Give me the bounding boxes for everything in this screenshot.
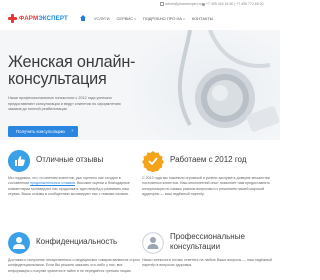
- nav-item-services[interactable]: УСЛУГИ: [94, 16, 110, 21]
- phone-icon: [202, 2, 205, 6]
- user-shield-icon: [8, 232, 30, 254]
- chevron-down-icon: ▾: [183, 16, 185, 21]
- phone-text[interactable]: +7 495 416 15 80 | +7 495 772 65 00: [206, 2, 264, 6]
- top-bar: admin@pharmexpert.ru +7 495 416 15 80 | …: [0, 0, 280, 10]
- hero-banner: Женская онлайн-консультация Наши професс…: [0, 30, 280, 140]
- hero-description: Наши профессиональные гинекологи с 2012 …: [8, 96, 121, 112]
- arrow-right-icon: ›: [71, 128, 73, 134]
- nav-item-service[interactable]: СЕРВИС ▾: [117, 16, 136, 21]
- feature-text: Доставка и получение лекарственных и мед…: [8, 258, 141, 273]
- logo-text: ФАРМЭКСПЕРТ: [19, 15, 68, 22]
- nav-item-contacts[interactable]: КОНТАКТЫ: [192, 16, 214, 21]
- cta-label: Получить консультацию: [16, 129, 65, 134]
- home-icon[interactable]: [80, 15, 86, 21]
- phone-contacts: +7 495 416 15 80 | +7 495 772 65 00: [202, 2, 264, 6]
- site-header: ФАРМЭКСПЕРТ УСЛУГИ СЕРВИС ▾ ПОДРОБНО ПРО…: [0, 10, 280, 30]
- badge-check-icon: [142, 151, 164, 172]
- doctor-icon: [142, 232, 164, 254]
- feature-title: Работаем с 2012 год: [170, 155, 247, 164]
- feature-text: Наши гинекологи готовы ответить на любые…: [142, 258, 272, 268]
- get-consultation-button[interactable]: Получить консультацию ›: [8, 126, 78, 137]
- cross-logo-icon: [8, 14, 17, 23]
- nav-item-details[interactable]: ПОДРОБНО ПРО НА ▾: [143, 16, 185, 21]
- feature-title: Профессиональные консультации: [170, 232, 245, 251]
- feature-text: Мы гордимся, что, по мнению клиентов, уж…: [8, 176, 130, 197]
- reviews-link[interactable]: продолжительных отзывов: [30, 181, 75, 185]
- main-nav: УСЛУГИ СЕРВИС ▾ ПОДРОБНО ПРО НА ▾ КОНТАК…: [80, 15, 220, 21]
- chevron-down-icon: ▾: [134, 16, 136, 21]
- feature-text: С 2012 года мы накопили огромный и успел…: [142, 176, 270, 197]
- features-grid: Отличные отзывы Мы гордимся, что, по мне…: [0, 140, 280, 280]
- hero-title: Женская онлайн-консультация: [8, 53, 136, 88]
- mail-icon: [160, 2, 164, 7]
- feature-title: Отличные отзывы: [36, 155, 104, 164]
- site-logo[interactable]: ФАРМЭКСПЕРТ: [8, 14, 68, 23]
- thumbs-up-icon: [8, 150, 30, 172]
- email-text[interactable]: admin@pharmexpert.ru: [165, 2, 202, 6]
- email-contact[interactable]: admin@pharmexpert.ru: [160, 2, 202, 7]
- feature-title: Конфиденциальность: [36, 237, 118, 246]
- logo-text-part1: ФАРМ: [19, 15, 39, 22]
- logo-text-part2: ЭКСПЕРТ: [38, 15, 68, 22]
